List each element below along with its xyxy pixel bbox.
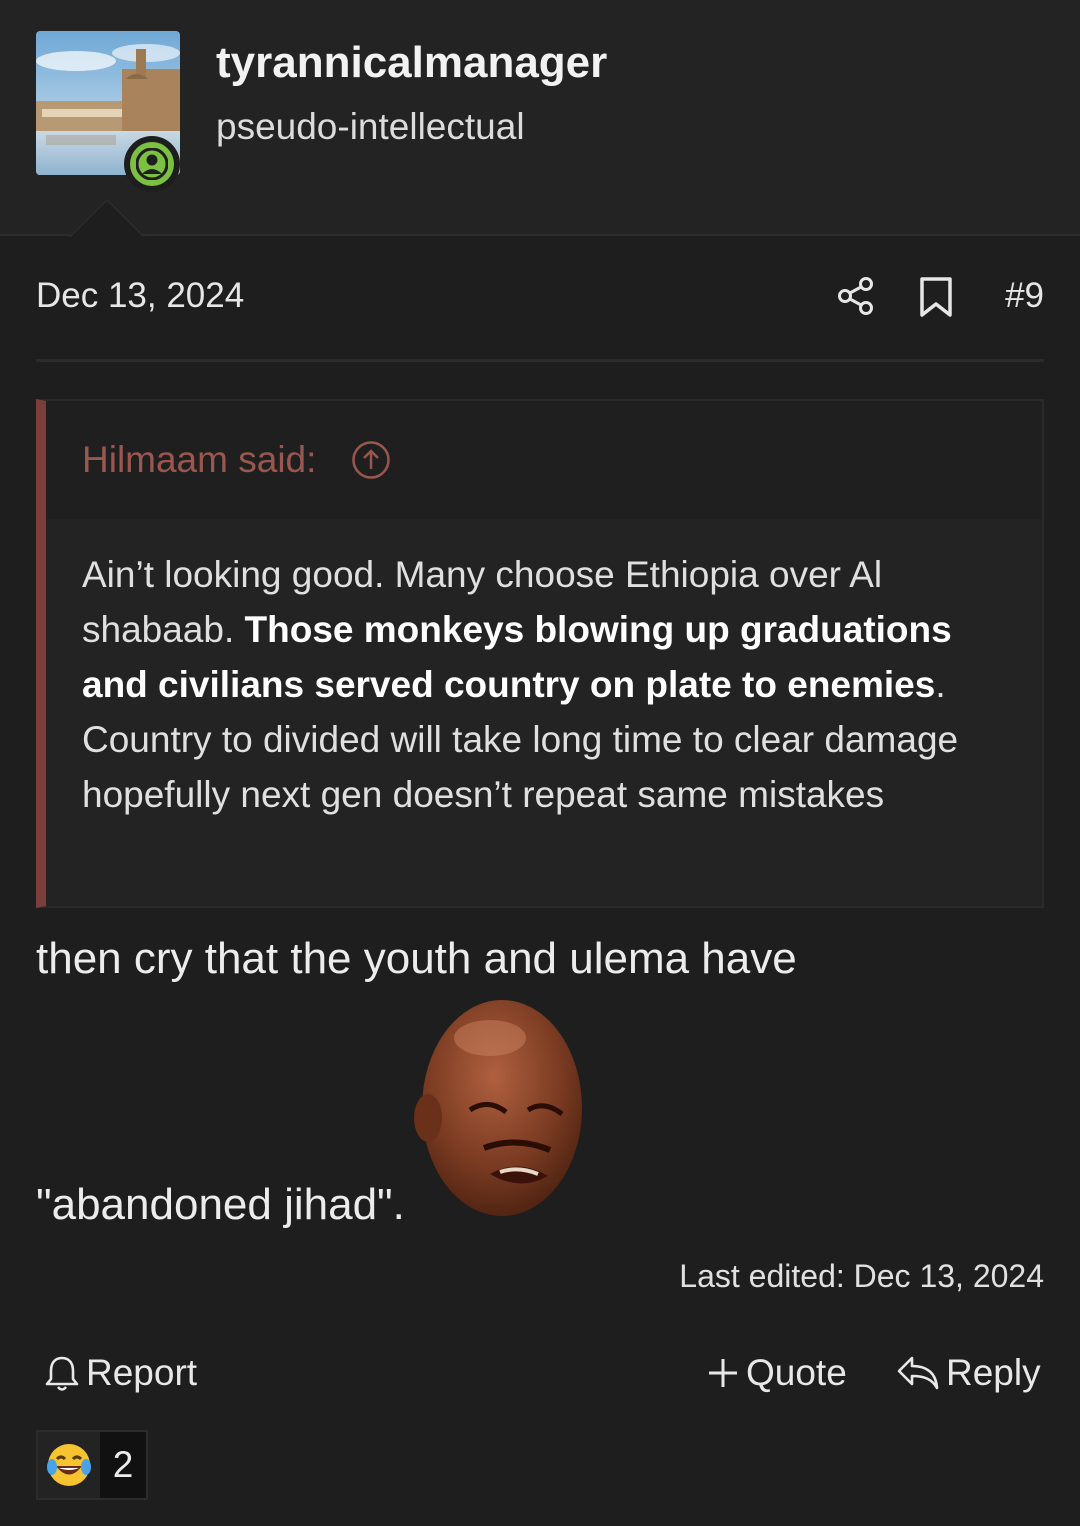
header-pointer — [71, 201, 143, 237]
reply-label: Reply — [946, 1352, 1041, 1393]
quote-body: Ain’t looking good. Many choose Ethiopia… — [82, 547, 1002, 822]
quote-label: Quote — [746, 1352, 847, 1393]
quote-block: Hilmaam said: Ain’t looking good. Many c… — [36, 399, 1044, 908]
plus-icon — [709, 1359, 737, 1387]
post-text: then cry that the youth and ulema have — [36, 934, 797, 983]
quote-text: Country to divided will take long time t… — [82, 719, 959, 815]
post-header: tyrannicalmanager pseudo-intellectual — [0, 0, 1080, 237]
quote-text: . — [935, 664, 946, 705]
post-date[interactable]: Dec 13, 2024 — [36, 276, 244, 316]
user-title: pseudo-intellectual — [216, 106, 525, 147]
jump-to-quote-icon[interactable] — [351, 440, 391, 480]
bookmark-icon[interactable] — [918, 276, 954, 318]
laughing-crying-emoji-icon — [38, 1432, 100, 1498]
report-label: Report — [86, 1352, 198, 1393]
bell-icon — [45, 1356, 79, 1391]
last-edited-note: Last edited: Dec 13, 2024 — [679, 1258, 1044, 1294]
share-icon[interactable] — [836, 276, 876, 316]
reaction-count: 2 — [112, 1444, 134, 1485]
quote-header: Hilmaam said: — [46, 401, 1042, 519]
online-status-badge — [124, 136, 180, 192]
quote-author[interactable]: Hilmaam said: — [82, 439, 316, 481]
post-number-link[interactable]: #9 — [990, 276, 1044, 316]
crying-face-sticker — [414, 1000, 582, 1216]
quote-button[interactable]: Quote — [706, 1352, 847, 1394]
divider — [36, 359, 1044, 362]
reply-button[interactable]: Reply — [896, 1352, 1041, 1394]
username[interactable]: tyrannicalmanager — [216, 38, 607, 88]
report-button[interactable]: Report — [44, 1352, 197, 1394]
post-text: "abandoned jihad". — [36, 1180, 405, 1229]
reactions-summary[interactable]: 2 — [36, 1430, 148, 1500]
reply-arrow-icon — [897, 1356, 939, 1390]
user-circle-icon — [136, 148, 168, 180]
